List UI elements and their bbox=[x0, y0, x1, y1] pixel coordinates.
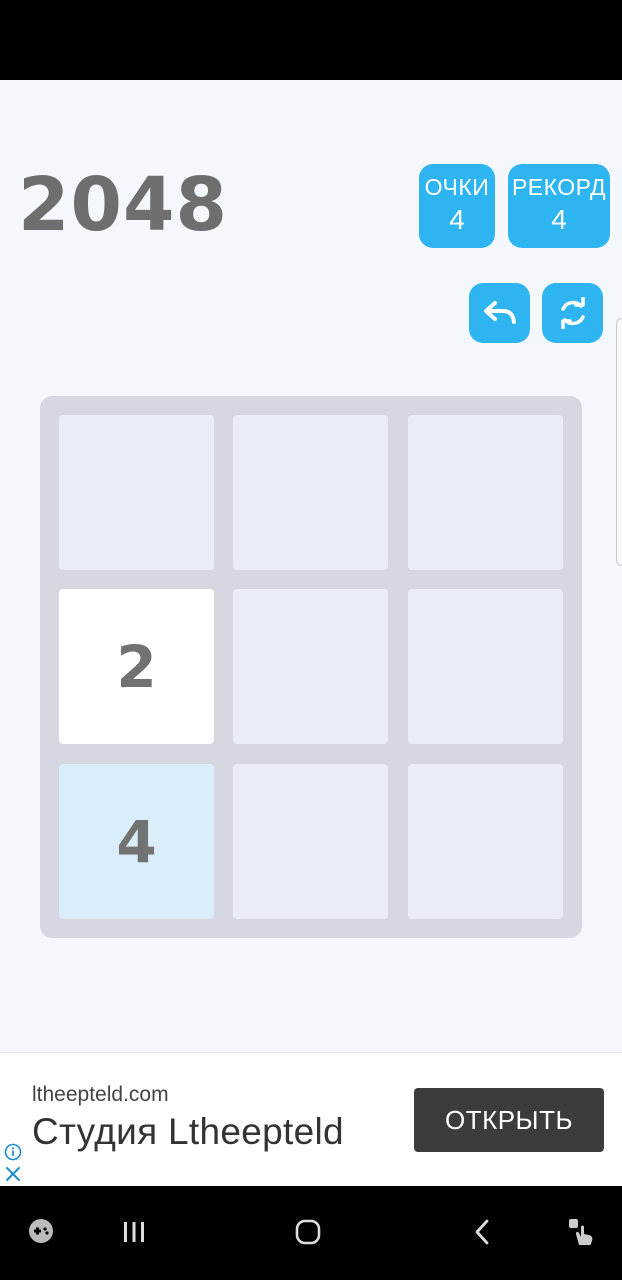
board-cell bbox=[233, 764, 388, 919]
record-label: РЕКОРД bbox=[511, 174, 607, 200]
refresh-icon bbox=[560, 297, 585, 329]
home-icon bbox=[295, 1219, 321, 1245]
side-panel-handle[interactable] bbox=[616, 318, 622, 566]
tile-2: 2 bbox=[59, 589, 214, 744]
board-cell bbox=[408, 764, 563, 919]
board-cell bbox=[233, 415, 388, 570]
restart-button[interactable] bbox=[542, 283, 603, 343]
game-title: 2048 bbox=[18, 162, 228, 248]
status-bar bbox=[0, 0, 622, 80]
game-screen: 2048 ОЧКИ 4 РЕКОРД 4 2 4 bbox=[0, 80, 622, 1052]
game-board[interactable]: 2 4 bbox=[40, 396, 582, 938]
back-button[interactable] bbox=[464, 1214, 500, 1250]
game-launcher-button[interactable] bbox=[24, 1214, 58, 1248]
record-box: РЕКОРД 4 bbox=[508, 164, 610, 248]
ad-open-button[interactable]: ОТКРЫТЬ bbox=[414, 1088, 604, 1152]
ad-title[interactable]: Студия Ltheepteld bbox=[32, 1111, 344, 1153]
game-launcher-icon bbox=[29, 1219, 53, 1243]
board-cell bbox=[233, 589, 388, 744]
navigation-bar bbox=[0, 1186, 622, 1280]
record-value: 4 bbox=[551, 203, 567, 235]
home-button[interactable] bbox=[290, 1214, 326, 1250]
undo-button[interactable] bbox=[469, 283, 530, 343]
ad-banner[interactable]: ltheepteld.com Студия Ltheepteld ОТКРЫТЬ bbox=[0, 1052, 622, 1187]
tile-4: 4 bbox=[59, 764, 214, 919]
close-icon[interactable] bbox=[4, 1165, 22, 1183]
score-value: 4 bbox=[449, 203, 465, 235]
ad-domain[interactable]: ltheepteld.com bbox=[32, 1083, 169, 1107]
recent-apps-button[interactable] bbox=[116, 1214, 152, 1250]
board-cell bbox=[59, 415, 214, 570]
undo-icon bbox=[483, 301, 516, 324]
back-icon bbox=[475, 1219, 489, 1245]
info-icon[interactable] bbox=[4, 1143, 22, 1161]
gesture-button[interactable] bbox=[562, 1212, 600, 1250]
board-cell bbox=[408, 589, 563, 744]
board-cell bbox=[408, 415, 563, 570]
gesture-icon bbox=[569, 1219, 593, 1245]
recent-apps-icon bbox=[124, 1222, 144, 1242]
score-label: ОЧКИ bbox=[424, 174, 490, 200]
score-box: ОЧКИ 4 bbox=[419, 164, 495, 248]
